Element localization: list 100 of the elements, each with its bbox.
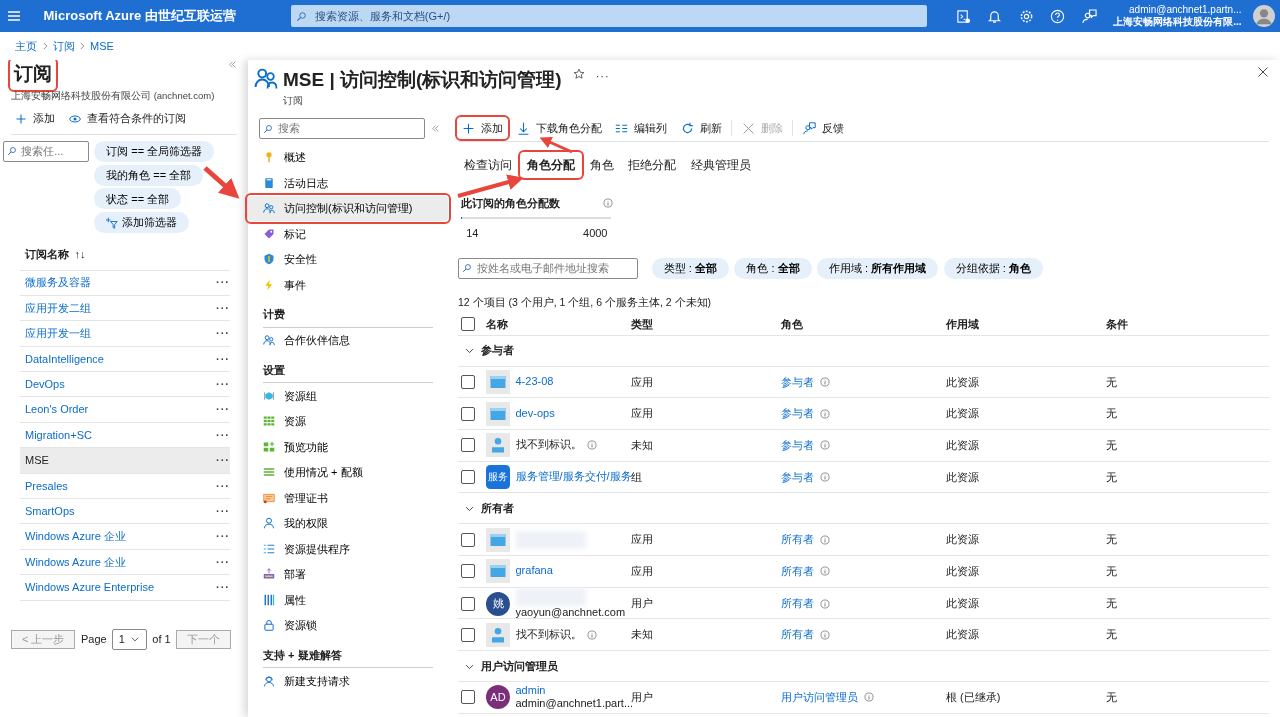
tab[interactable]: 拒绝分配 xyxy=(622,153,683,177)
more-button[interactable]: ··· xyxy=(216,553,230,571)
nav-item[interactable]: 活动日志 xyxy=(248,170,448,196)
toolbar-button[interactable]: 刷新 xyxy=(676,117,726,139)
identity-link[interactable]: grafana xyxy=(515,564,553,579)
toolbar-button[interactable]: 添加 xyxy=(11,108,59,129)
more-button[interactable]: ··· xyxy=(216,579,230,596)
more-button[interactable]: ··· xyxy=(216,502,230,520)
search-field[interactable]: 按姓名或电子邮件地址搜索 xyxy=(458,257,638,279)
nav-item[interactable]: 资源锁 xyxy=(248,612,448,638)
subscription-row[interactable]: SmartOps ··· xyxy=(20,499,230,525)
tab[interactable]: 角色分配 xyxy=(520,153,581,177)
subscription-name[interactable]: DataIntelligence xyxy=(25,350,104,368)
nav-item[interactable]: 资源 xyxy=(248,408,448,434)
subscription-name[interactable]: 应用开发一组 xyxy=(25,325,91,342)
role-link[interactable]: 参与者 xyxy=(781,436,814,454)
subscription-row[interactable]: Windows Azure 企业 ··· xyxy=(20,549,230,576)
more-button[interactable]: ··· xyxy=(216,274,230,291)
nav-item[interactable]: 安全性 xyxy=(248,246,448,272)
toolbar-button[interactable]: 查看符合条件的订阅 xyxy=(64,108,190,129)
identity-link[interactable]: admin xyxy=(515,683,631,698)
subscription-row[interactable]: 应用开发一组 ··· xyxy=(20,321,230,347)
nav-item[interactable]: 访问控制(标识和访问管理) xyxy=(248,195,448,221)
role-link[interactable]: 参与者 xyxy=(781,468,814,486)
subscription-name[interactable]: 应用开发二组 xyxy=(25,299,91,317)
search-field[interactable]: 搜索 xyxy=(275,119,422,138)
more-button[interactable]: ··· xyxy=(216,376,230,393)
nav-item[interactable]: 部署 xyxy=(248,561,448,587)
subscription-row[interactable]: Leon's Order ··· xyxy=(20,397,230,423)
search-field[interactable]: 搜索 xyxy=(259,118,425,139)
breadcrumb-link[interactable]: MSE xyxy=(90,37,114,55)
more-button[interactable]: ··· xyxy=(595,68,610,85)
nav-item[interactable]: 资源提供程序 xyxy=(248,536,448,562)
more-button[interactable]: ··· xyxy=(216,299,230,317)
nav-item[interactable]: 新建支持请求 xyxy=(248,668,448,694)
filter-chip[interactable]: 作用域 :所有作用域 xyxy=(817,257,939,279)
nav-item[interactable]: 管理证书 xyxy=(248,485,448,511)
more-button[interactable]: ··· xyxy=(216,350,230,368)
nav-item[interactable]: 概述 xyxy=(248,144,448,170)
nav-item[interactable]: 属性 xyxy=(248,587,448,613)
nav-item[interactable]: 资源组 xyxy=(248,383,448,409)
subscription-name[interactable]: DevOps xyxy=(25,376,65,393)
account-email[interactable]: admin@anchnet1.partn... xyxy=(1113,3,1242,16)
role-link[interactable]: 所有者 xyxy=(781,531,814,548)
add-filter-button[interactable]: 添加筛选器 xyxy=(94,212,190,233)
more-button[interactable]: ··· xyxy=(216,325,230,342)
more-button[interactable]: ··· xyxy=(216,426,230,444)
subscription-name[interactable]: Presales xyxy=(25,477,68,495)
tab[interactable]: 经典管理员 xyxy=(685,153,757,177)
identity-link[interactable]: 服务管理/服务交付/服务 xyxy=(515,470,631,484)
breadcrumb-link[interactable]: 主页 xyxy=(15,37,37,55)
toolbar-button[interactable]: 编辑列 xyxy=(611,117,671,139)
subscription-name[interactable]: Leon's Order xyxy=(25,401,89,418)
subscription-name[interactable]: Windows Azure Enterprise xyxy=(25,579,154,596)
subscription-name[interactable]: Migration+SC xyxy=(25,426,92,444)
more-button[interactable]: ··· xyxy=(216,401,230,418)
subscription-name[interactable]: Windows Azure 企业 xyxy=(25,528,126,545)
breadcrumb-link[interactable]: 订阅 xyxy=(52,37,75,55)
subscription-row[interactable]: Presales ··· xyxy=(20,473,230,499)
identity-link[interactable]: 4-23-08 xyxy=(515,374,554,389)
more-button[interactable]: ··· xyxy=(216,452,230,469)
toolbar-button[interactable]: 反馈 xyxy=(798,117,848,139)
role-link[interactable]: 参与者 xyxy=(781,373,814,391)
role-link[interactable]: 所有者 xyxy=(781,595,814,612)
subscription-name[interactable]: Windows Azure 企业 xyxy=(25,553,126,571)
subscription-row[interactable]: Windows Azure Enterprise ··· xyxy=(20,575,230,601)
subscription-row[interactable]: MSE ··· xyxy=(20,448,230,474)
page-select[interactable]: 1 xyxy=(112,628,147,650)
subscription-name[interactable]: 微服务及容器 xyxy=(25,274,91,291)
account-organization[interactable]: 上海安畅网络科技股份有限... xyxy=(1113,16,1242,29)
nav-item[interactable]: 事件 xyxy=(248,272,448,298)
nav-item[interactable]: 合作伙伴信息 xyxy=(248,327,448,353)
toolbar-button[interactable]: 添加 xyxy=(458,117,507,139)
filter-chip[interactable]: 类型 :全部 xyxy=(651,257,729,279)
filter-chip[interactable]: 角色 :全部 xyxy=(734,257,812,279)
subscription-row[interactable]: Windows Azure 企业 ··· xyxy=(20,524,230,550)
more-button[interactable]: ··· xyxy=(216,528,230,545)
subscription-row[interactable]: 应用开发二组 ··· xyxy=(20,295,230,322)
nav-item[interactable]: 使用情况 + 配额 xyxy=(248,459,448,485)
filter-chip[interactable]: 我的角色 == 全部 xyxy=(94,164,204,186)
filter-chip[interactable]: 状态 == 全部 xyxy=(94,188,182,210)
search-field[interactable]: 按姓名或电子邮件地址搜索 xyxy=(474,258,635,278)
nav-item[interactable]: 我的权限 xyxy=(248,510,448,536)
filter-chip[interactable]: 分组依据 :角色 xyxy=(943,257,1043,279)
role-link[interactable]: 参与者 xyxy=(781,405,814,422)
identity-link[interactable]: dev-ops xyxy=(515,406,555,421)
subscription-row[interactable]: 微服务及容器 ··· xyxy=(20,270,230,296)
role-link[interactable]: 所有者 xyxy=(781,626,814,643)
more-button[interactable]: ··· xyxy=(216,477,230,495)
role-link[interactable]: 所有者 xyxy=(781,563,814,580)
search-field[interactable]: 搜索任... xyxy=(19,142,85,161)
sort-icon[interactable]: ↑↓ xyxy=(74,245,86,263)
subscription-row[interactable]: DevOps ··· xyxy=(20,372,230,398)
subscription-name[interactable]: MSE xyxy=(25,452,49,469)
search-field[interactable]: 搜索任... xyxy=(2,140,89,162)
nav-item[interactable]: 标记 xyxy=(248,221,448,247)
nav-item[interactable]: 预览功能 xyxy=(248,434,448,460)
subscription-row[interactable]: DataIntelligence ··· xyxy=(20,346,230,373)
role-link[interactable]: 用户访问管理员 xyxy=(781,689,858,706)
tab[interactable]: 检查访问 xyxy=(458,153,518,177)
